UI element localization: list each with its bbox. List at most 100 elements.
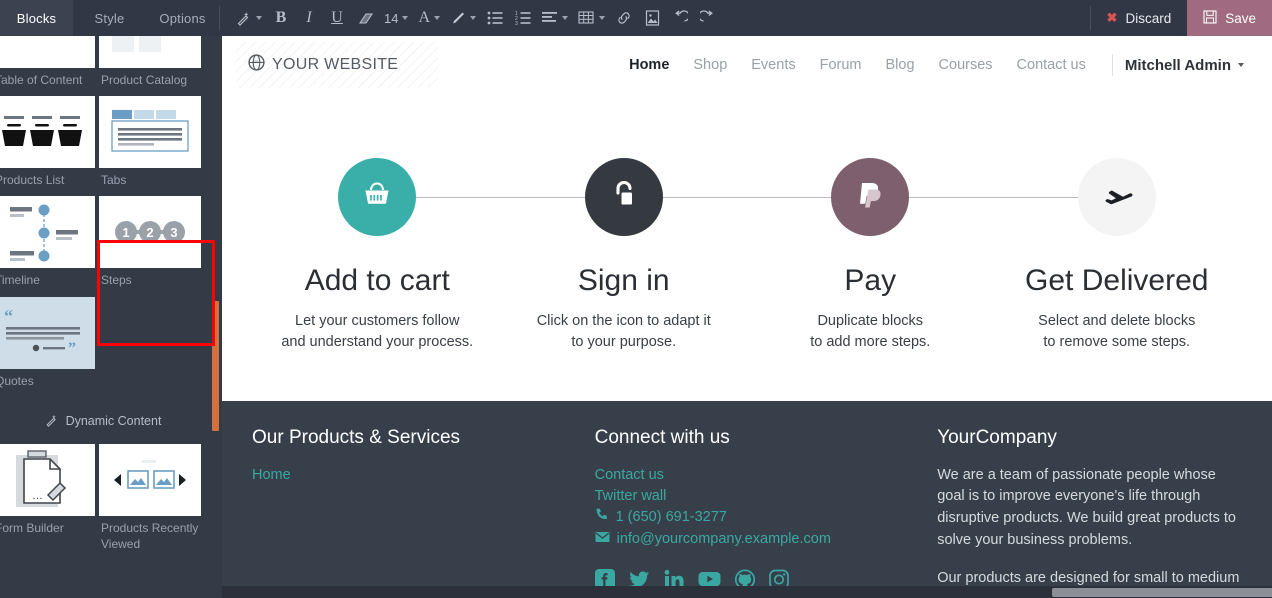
nav-item-blog[interactable]: Blog	[874, 57, 927, 73]
step-title: Sign in	[577, 264, 670, 297]
block-label: Form Builder	[0, 520, 64, 535]
font-color-button[interactable]: A	[414, 0, 444, 36]
nav-item-contact-us[interactable]: Contact us	[1005, 57, 1098, 73]
undo-icon[interactable]	[667, 0, 693, 36]
tab-style-label: Style	[94, 10, 125, 26]
step-pay[interactable]: Pay Duplicate blocks to add more steps.	[747, 158, 994, 353]
step-add-to-cart[interactable]: Add to cart Let your customers follow an…	[254, 158, 501, 353]
footer-link-home[interactable]: Home	[252, 465, 567, 486]
shopping-basket-icon	[360, 178, 394, 217]
link-icon[interactable]	[611, 0, 637, 36]
step-icon-circle[interactable]	[584, 158, 663, 236]
steps-snippet[interactable]: Add to cart Let your customers follow an…	[222, 94, 1272, 401]
bold-button[interactable]: B	[268, 0, 294, 36]
steps-row: Add to cart Let your customers follow an…	[254, 158, 1240, 353]
chevron-down-icon	[562, 16, 569, 20]
block-thumbnail	[0, 96, 95, 169]
block-timeline[interactable]: Timeline	[0, 196, 97, 288]
bold-label: B	[275, 9, 287, 26]
block-label: Table of Content	[0, 73, 83, 87]
step-description-line1: Duplicate blocks	[817, 312, 924, 329]
block-thumbnail	[0, 36, 95, 68]
user-menu-label: Mitchell Admin	[1124, 56, 1231, 74]
step-description-line1: Click on the icon to adapt it	[536, 312, 711, 329]
step-description: Click on the icon to adapt it to your pu…	[501, 311, 748, 353]
rich-text-toolbar: B I U 14 A 123	[220, 0, 721, 36]
step-description-line1: Select and delete blocks	[1038, 312, 1196, 329]
block-quotes[interactable]: “ ” Quotes	[0, 296, 97, 389]
block-thumbnail	[0, 196, 95, 269]
unordered-list-icon[interactable]	[482, 0, 508, 36]
chevron-down-icon	[402, 16, 409, 20]
footer-heading: Connect with us	[594, 426, 730, 448]
block-form-builder[interactable]: … Form Builder	[0, 443, 97, 552]
eraser-icon[interactable]	[352, 0, 378, 36]
image-icon[interactable]	[639, 0, 665, 36]
nav-item-forum[interactable]: Forum	[808, 57, 874, 73]
step-get-delivered[interactable]: Get Delivered Select and delete blocks t…	[994, 158, 1241, 353]
footer-email[interactable]: info@yourcompany.example.com	[595, 529, 910, 551]
dynamic-content-label: Dynamic Content	[65, 414, 162, 429]
tab-options-label: Options	[159, 10, 206, 26]
step-icon-circle[interactable]	[338, 158, 417, 236]
footer-heading: Our Products & Services	[252, 426, 461, 448]
step-sign-in[interactable]: Sign in Click on the icon to adapt it to…	[501, 158, 748, 353]
block-thumbnail	[99, 36, 201, 68]
tab-options[interactable]: Options	[146, 0, 219, 36]
ordered-list-icon[interactable]: 123	[510, 0, 536, 36]
step-description-line2: to add more steps.	[810, 333, 931, 350]
underline-button[interactable]: U	[324, 0, 350, 36]
discard-button[interactable]: ✖ Discard	[1091, 0, 1188, 36]
block-table-of-content[interactable]: Table of Content	[0, 36, 97, 88]
font-size-selector[interactable]: 14	[380, 0, 412, 36]
redo-icon[interactable]	[695, 0, 721, 36]
plane-icon	[1100, 179, 1134, 216]
block-steps[interactable]: 1 2 3 Steps	[99, 196, 203, 288]
chevron-down-icon	[256, 16, 262, 20]
footer-link-contact-us[interactable]: Contact us	[595, 465, 910, 486]
step-description: Let your customers follow and understand…	[254, 311, 501, 353]
block-label: Products Recently Viewed	[101, 520, 199, 551]
align-left-icon[interactable]	[538, 0, 572, 36]
block-tabs[interactable]: Tabs	[99, 96, 203, 188]
tab-blocks[interactable]: Blocks	[0, 0, 73, 36]
table-icon[interactable]	[574, 0, 609, 36]
svg-text:…: …	[32, 490, 43, 502]
save-button[interactable]: Save	[1187, 0, 1272, 36]
block-products-list[interactable]: Products List	[0, 96, 97, 188]
site-header: YOUR WEBSITE Home Shop Events Forum Blog…	[222, 36, 1272, 94]
svg-text:1: 1	[122, 225, 129, 240]
sidebar-scrollbar[interactable]	[212, 36, 219, 598]
paint-brush-icon[interactable]	[446, 0, 480, 36]
magic-wand-icon[interactable]	[232, 0, 266, 36]
website-preview: YOUR WEBSITE Home Shop Events Forum Blog…	[222, 36, 1272, 598]
user-menu[interactable]: Mitchell Admin	[1125, 57, 1244, 74]
envelope-icon	[595, 529, 610, 551]
svg-text:“: “	[4, 306, 13, 326]
horizontal-scrollbar-thumb[interactable]	[1052, 588, 1272, 597]
paypal-icon	[856, 179, 884, 216]
site-logo-text: YOUR WEBSITE	[272, 56, 399, 73]
nav-item-courses[interactable]: Courses	[927, 57, 1005, 73]
tab-style[interactable]: Style	[73, 0, 146, 36]
block-product-catalog[interactable]: Product Catalog	[99, 36, 203, 88]
block-products-recently-viewed[interactable]: Products Recently Viewed	[99, 443, 203, 552]
step-description: Duplicate blocks to add more steps.	[747, 311, 994, 353]
italic-label: I	[306, 9, 312, 26]
nav-item-home[interactable]: Home	[617, 57, 681, 73]
nav-item-shop[interactable]: Shop	[681, 57, 739, 73]
site-logo[interactable]: YOUR WEBSITE	[236, 42, 439, 88]
footer-link-twitter-wall[interactable]: Twitter wall	[595, 486, 910, 507]
step-icon-circle[interactable]	[831, 158, 910, 236]
horizontal-scrollbar[interactable]	[222, 586, 1272, 598]
step-icon-circle[interactable]	[1077, 158, 1156, 236]
blocks-sidebar[interactable]: Table of Content Product Catalog Product…	[0, 36, 222, 598]
italic-button[interactable]: I	[296, 0, 322, 36]
block-thumbnail	[99, 96, 201, 169]
footer-phone[interactable]: 1 (650) 691-3277	[595, 507, 910, 529]
nav-item-events[interactable]: Events	[739, 57, 807, 73]
svg-text:”: ”	[68, 340, 76, 357]
sidebar-scrollbar-thumb[interactable]	[212, 301, 219, 431]
magic-wand-icon	[45, 413, 59, 430]
font-color-label: A	[418, 9, 431, 26]
